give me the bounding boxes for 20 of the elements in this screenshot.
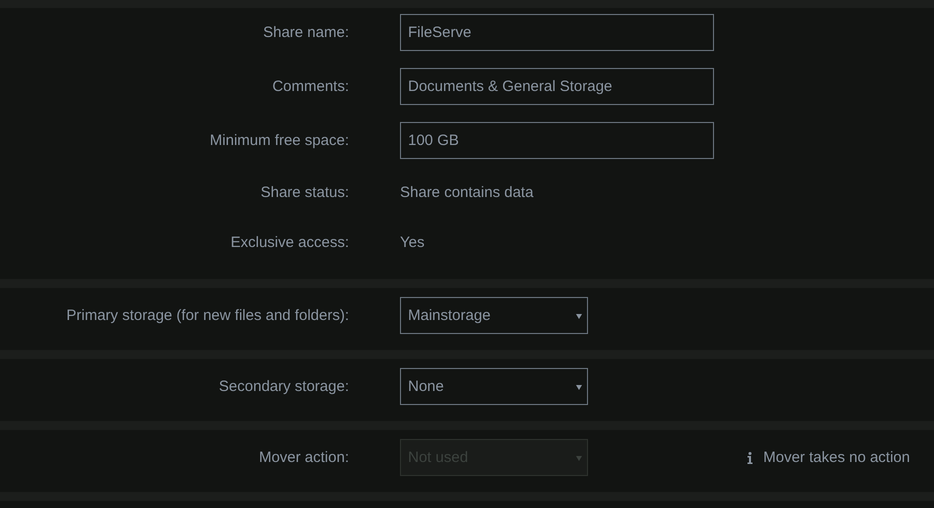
field-label: Primary storage (for new files and folders): (65, 307, 349, 324)
field-label: Minimum free space: (208, 132, 349, 149)
field-value: Share contains data (400, 184, 534, 201)
field-label: Mover action: (258, 449, 349, 466)
field-label: Share status: (260, 184, 349, 201)
caret-icon (576, 384, 582, 390)
field-label: Comments: (271, 78, 349, 95)
caret-icon (576, 454, 582, 460)
caret-icon (576, 312, 582, 318)
text-field[interactable]: FileServe (400, 14, 714, 51)
field-label: Exclusive access: (230, 234, 349, 251)
text-field[interactable]: Documents & General Storage (400, 68, 714, 105)
field-value: Yes (400, 234, 424, 251)
text-field[interactable]: 100 GB (400, 122, 714, 159)
field-label: Secondary storage: (218, 378, 349, 395)
dropdown[interactable]: Mainstorage (400, 297, 588, 334)
info-icon (747, 452, 754, 464)
dropdown[interactable]: None (400, 368, 588, 405)
field-label: Share name: (262, 24, 349, 41)
help-text: Mover takes no action (763, 449, 910, 466)
